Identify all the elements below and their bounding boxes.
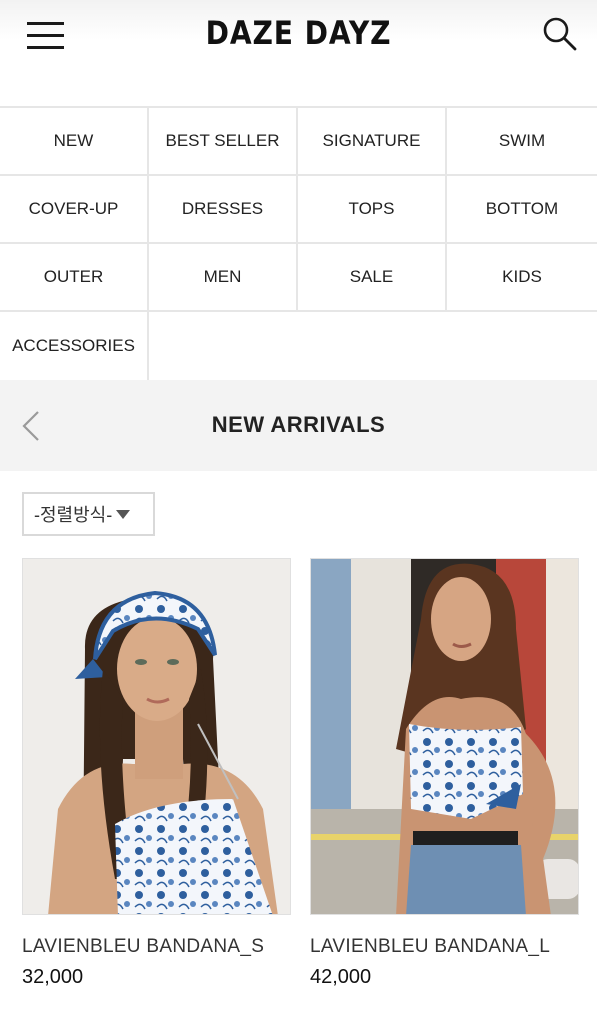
product-price: 42,000 (310, 966, 372, 988)
section-title: NEW ARRIVALS (211, 412, 386, 437)
category-cover-up[interactable]: COVER-UP (0, 176, 149, 244)
category-tops[interactable]: TOPS (298, 176, 447, 244)
product-image[interactable] (310, 558, 579, 915)
category-sale[interactable]: SALE (298, 244, 447, 312)
product-name[interactable]: LAVIENBLEU BANDANA_L (310, 936, 597, 958)
category-swim[interactable]: SWIM (447, 108, 597, 176)
product-name[interactable]: LAVIENBLEU BANDANA_S (22, 936, 312, 958)
product-image[interactable] (22, 558, 291, 915)
header: DAZE DAYZ (0, 0, 597, 106)
category-dresses[interactable]: DRESSES (149, 176, 298, 244)
sort-select[interactable]: -정렬방식- (22, 492, 155, 536)
brand-logo[interactable]: DAZE DAYZ (36, 14, 561, 52)
category-signature[interactable]: SIGNATURE (298, 108, 447, 176)
category-outer[interactable]: OUTER (0, 244, 149, 312)
section-header: NEW ARRIVALS (0, 380, 597, 471)
category-new[interactable]: NEW (0, 108, 149, 176)
category-men[interactable]: MEN (149, 244, 298, 312)
caret-down-icon (116, 509, 131, 519)
sort-label: -정렬방식- (34, 505, 113, 525)
category-best-seller[interactable]: BEST SELLER (149, 108, 298, 176)
product-price: 32,000 (22, 966, 84, 988)
category-bottom[interactable]: BOTTOM (447, 176, 597, 244)
search-icon[interactable] (540, 14, 580, 54)
category-accessories[interactable]: ACCESSORIES (0, 312, 149, 380)
category-grid: NEW BEST SELLER SIGNATURE SWIM COVER-UP … (0, 106, 597, 380)
category-kids[interactable]: KIDS (447, 244, 597, 312)
